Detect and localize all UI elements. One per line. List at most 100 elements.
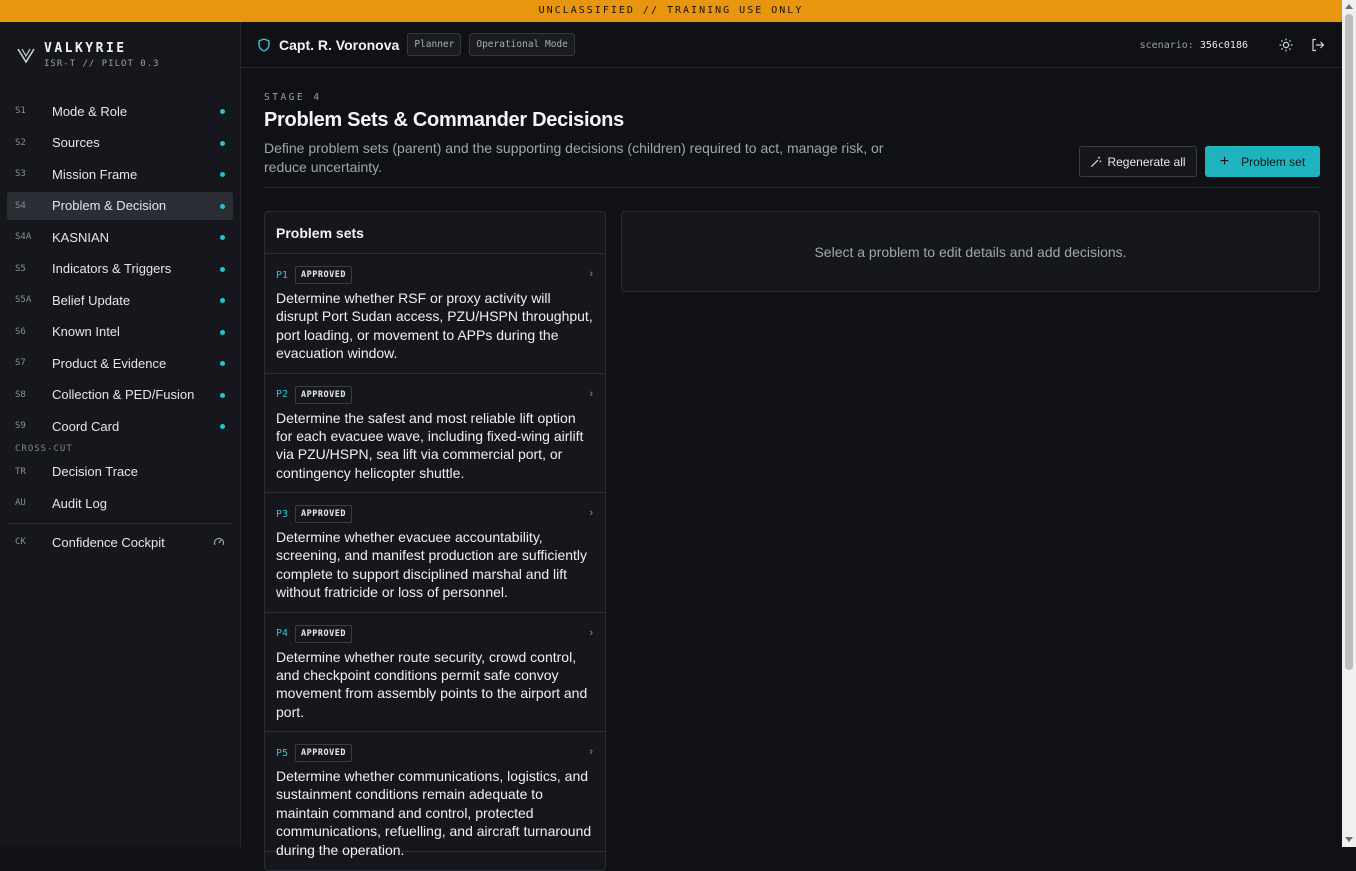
status-badge: APPROVED — [295, 744, 352, 762]
main-content: STAGE 4 Problem Sets & Commander Decisio… — [241, 68, 1342, 871]
brand: VALKYRIE ISR-T // PILOT 0.3 — [0, 32, 240, 78]
nav-code: S3 — [15, 169, 26, 179]
status-dot-icon — [220, 172, 225, 177]
nav-code: S4A — [15, 232, 32, 242]
logout-icon — [1312, 38, 1325, 52]
status-dot-icon — [220, 298, 225, 303]
sidebar-item-indicators-triggers[interactable]: S5 Indicators & Triggers — [7, 255, 233, 283]
sidebar: VALKYRIE ISR-T // PILOT 0.3 S1 Mode & Rol… — [0, 22, 241, 847]
plus-icon: + — [1219, 152, 1230, 170]
scroll-thumb[interactable] — [1345, 14, 1353, 670]
status-dot-icon — [220, 266, 225, 272]
status-dot-icon — [220, 361, 225, 366]
nav-divider — [7, 523, 233, 524]
shield-icon — [258, 37, 270, 52]
brand-title: VALKYRIE — [44, 41, 127, 56]
problem-statement: Determine whether RSF or proxy activity … — [276, 290, 593, 362]
nav-code: S6 — [15, 326, 26, 337]
problem-id: P4 — [276, 628, 289, 639]
sidebar-item-collection-ped-fusion[interactable]: S8 Collection & PED/Fusion — [7, 381, 233, 409]
sidebar-item-kasnian[interactable]: S4A KASNIAN — [7, 223, 233, 251]
nav-label: Product & Evidence — [52, 355, 167, 371]
crosscut-label: CROSS-CUT — [15, 443, 73, 454]
page-title: Problem Sets & Commander Decisions — [264, 109, 624, 131]
nav-code: S5 — [15, 263, 26, 274]
scenario-label: scenario: — [1139, 39, 1194, 51]
nav-label: Decision Trace — [52, 464, 138, 479]
nav-code: AU — [15, 498, 26, 508]
scroll-down-arrow-icon[interactable] — [1345, 837, 1353, 842]
nav-label: Sources — [52, 135, 100, 150]
problem-header: P3 APPROVED — [276, 505, 594, 523]
problem-id: P5 — [276, 747, 289, 759]
sidebar-item-confidence-cockpit[interactable]: CK Confidence Cockpit — [7, 528, 233, 556]
mode-badge: Operational Mode — [469, 33, 575, 56]
stage-nav: S1 Mode & Role S2 Sources S3 Mission Frame S4 P… — [7, 97, 233, 560]
chevron-right-icon: › — [589, 626, 593, 639]
status-badge: APPROVED — [295, 505, 352, 523]
nav-code: TR — [15, 466, 26, 477]
chevron-right-icon: › — [589, 387, 593, 400]
problem-header: P4 APPROVED — [276, 624, 594, 643]
nav-label: Mode & Role — [52, 103, 128, 119]
logout-button[interactable] — [1308, 35, 1328, 55]
nav-code: S9 — [15, 421, 26, 431]
status-dot-icon — [220, 235, 225, 240]
chevron-right-icon: › — [589, 746, 593, 758]
nav-code: S5A — [15, 295, 32, 305]
nav-code: CK — [15, 537, 26, 547]
sidebar-item-known-intel[interactable]: S6 Known Intel — [7, 318, 233, 346]
status-dot-icon — [220, 140, 225, 146]
problem-statement: Determine the safest and most reliable l… — [276, 409, 584, 481]
page-scrollbar[interactable] — [1342, 0, 1356, 847]
chevron-right-icon: › — [589, 507, 593, 519]
sidebar-item-audit-log[interactable]: AU Audit Log — [7, 489, 233, 517]
sidebar-item-mission-frame[interactable]: S3 Mission Frame — [7, 160, 233, 188]
problem-sets-title: Problem sets — [265, 212, 605, 254]
nav-label: Mission Frame — [52, 166, 138, 182]
problem-set-item[interactable]: P4 APPROVED › Determine whether route secur… — [265, 613, 605, 732]
status-badge: APPROVED — [295, 385, 352, 404]
sidebar-item-belief-update[interactable]: S5A Belief Update — [7, 286, 233, 314]
nav-label: Audit Log — [52, 495, 107, 511]
user-name: Capt. R. Voronova — [279, 36, 400, 53]
problem-statement: Determine whether route security, crowd … — [276, 648, 588, 720]
status-dot-icon — [220, 109, 225, 114]
nav-label: Known Intel — [52, 324, 120, 339]
add-problem-set-button[interactable]: + Problem set — [1205, 146, 1320, 177]
chevron-right-icon: › — [589, 268, 593, 280]
status-dot-icon — [220, 329, 225, 335]
nav-label: Confidence Cockpit — [52, 534, 165, 550]
scroll-up-arrow-icon[interactable] — [1345, 4, 1353, 9]
brand-subtitle: ISR-T // PILOT 0.3 — [44, 59, 160, 69]
status-dot-icon — [220, 424, 225, 429]
detail-placeholder: Select a problem to edit details and add… — [814, 243, 1127, 260]
status-badge: APPROVED — [295, 266, 352, 284]
problem-header: P5 APPROVED — [276, 744, 594, 762]
status-badge: APPROVED — [295, 624, 352, 643]
problem-statement: Determine whether evacuee accountability… — [276, 529, 588, 601]
problem-set-item[interactable]: P3 APPROVED › Determine whether evacuee acc… — [265, 493, 605, 613]
problem-set-item[interactable]: P1 APPROVED › Determine whether RSF or prox… — [265, 254, 605, 374]
theme-toggle-button[interactable] — [1276, 35, 1296, 55]
problem-set-item[interactable]: P5 APPROVED › Determine whether communicati… — [265, 732, 605, 858]
problem-set-item[interactable]: P2 APPROVED › Determine the safest and most… — [265, 374, 605, 493]
problem-detail-panel: Select a problem to edit details and add… — [621, 211, 1320, 292]
regenerate-all-button[interactable]: Regenerate all — [1079, 146, 1197, 177]
sidebar-item-decision-trace[interactable]: TR Decision Trace — [7, 458, 233, 486]
nav-label: Coord Card — [52, 418, 120, 434]
sidebar-item-mode-role[interactable]: S1 Mode & Role — [7, 97, 233, 125]
problem-header: P1 APPROVED — [276, 266, 594, 284]
sidebar-item-sources[interactable]: S2 Sources — [7, 129, 233, 157]
problem-statement: Determine whether communications, logist… — [276, 768, 592, 858]
topbar-actions: scenario: 356c0186 — [1140, 22, 1328, 68]
nav-label: Belief Update — [52, 292, 131, 308]
sidebar-item-problem-decision[interactable]: S4 Problem & Decision — [7, 191, 233, 220]
sidebar-item-product-evidence[interactable]: S7 Product & Evidence — [7, 349, 233, 377]
header-divider — [264, 187, 1320, 188]
scenario-readout: scenario: 356c0186 — [1140, 40, 1248, 51]
sidebar-item-coord-card[interactable]: S9 Coord Card — [7, 412, 233, 440]
scenario-id: 356c0186 — [1199, 39, 1248, 51]
sun-icon — [1279, 38, 1293, 52]
status-dot-icon — [220, 203, 225, 209]
